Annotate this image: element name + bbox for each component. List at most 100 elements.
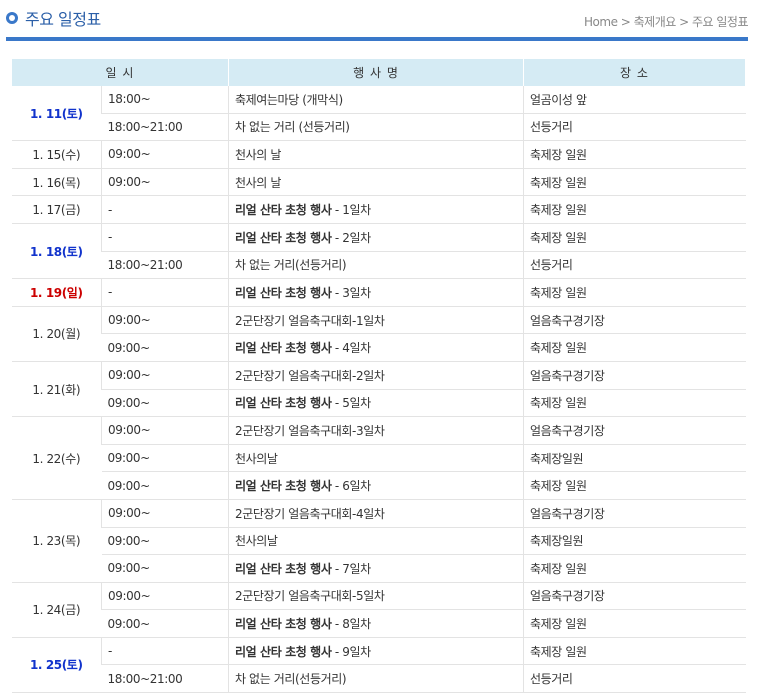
table-row: 1. 22(수) 09:00~ 2군단장기 얼음축구대회-3일차 얼음축구경기장 [11,416,746,500]
time-cell: - [101,637,229,666]
table-row: 09:00~ 리얼 산타 초청 행사 - 8일차 축제장 일원 [12,609,746,638]
table-row: 09:00~ 리얼 산타 초청 행사 - 5일차 축제장 일원 [12,389,746,418]
place-cell: 선등거리 [523,664,746,693]
place-cell: 축제장 일원 [523,195,746,224]
place-cell: 축제장 일원 [523,140,746,169]
table-row: 1. 23(목) 09:00~ 2군단장기 얼음축구대회-4일차 얼음축구경기장 [11,499,746,583]
date-cell: 1. 11(토) [11,86,102,142]
place-cell: 축제장 일원 [523,168,746,197]
event-cell: 리얼 산타 초청 행사 - 8일차 [228,609,524,638]
table-row: 1. 25(토) - 리얼 산타 초청 행사 - 9일차 축제장 일원 [11,637,746,693]
breadcrumb: Home > 축제개요 > 주요 일정표 [584,15,748,29]
event-cell: 리얼 산타 초청 행사 - 7일차 [228,554,524,583]
time-cell: - [101,195,229,224]
time-cell: 18:00~21:00 [101,113,229,142]
event-name: 차 없는 거리(선등거리) [235,258,347,273]
time-cell: 18:00~21:00 [101,664,229,693]
event-cell: 리얼 산타 초청 행사 - 9일차 [228,637,524,666]
place-cell: 축제장 일원 [523,637,746,666]
table-row: 09:00~ 천사의날 축제장일원 [12,444,746,473]
title-group: 주요 일정표 [6,6,101,30]
time-cell: 18:00~21:00 [101,251,229,280]
event-name: 천사의 날 [235,175,281,190]
place-cell: 축제장 일원 [523,554,746,583]
event-name: 리얼 산타 초청 행사 [235,203,332,218]
table-row: 1. 15(수) 09:00~ 천사의 날 축제장 일원 [11,140,746,169]
table-row: 09:00~ 리얼 산타 초청 행사 - 7일차 축제장 일원 [12,554,746,583]
event-cell: 2군단장기 얼음축구대회-5일차 [228,582,524,611]
event-cell: 리얼 산타 초청 행사 - 2일차 [228,223,524,252]
event-name: 축제여는마당 (개막식) [235,92,343,107]
event-name: 리얼 산타 초청 행사 [235,479,332,494]
table-header: 일 시 행 사 명 장 소 [11,59,746,86]
date-cell: 1. 24(금) [11,582,102,638]
place-cell: 얼음축구경기장 [523,416,746,445]
event-cell: 천사의 날 [228,168,524,197]
date-cell: 1. 16(목) [11,168,102,197]
event-cell: 차 없는 거리(선등거리) [228,251,524,280]
event-name: 차 없는 거리 (선등거리) [235,120,350,135]
time-cell: 09:00~ [101,582,229,611]
time-cell: 09:00~ [101,168,229,197]
table-row: 1. 18(토) - 리얼 산타 초청 행사 - 2일차 축제장 일원 [11,223,746,280]
time-cell: 09:00~ [101,306,229,335]
time-cell: 09:00~ [101,361,229,390]
place-cell: 축제장일원 [523,444,746,473]
event-cell: 리얼 산타 초청 행사 - 4일차 [228,333,524,362]
circle-bullet-icon [6,12,18,24]
date-cell: 1. 22(수) [11,416,102,500]
event-name: 천사의 날 [235,147,281,162]
table-row: 1. 24(금) 09:00~ 2군단장기 얼음축구대회-5일차 얼음축구경기장 [11,582,746,638]
event-cell: 차 없는 거리(선등거리) [228,664,524,693]
event-name: 2군단장기 얼음축구대회-1일차 [235,313,385,328]
time-cell: 09:00~ [101,554,229,583]
header-row: 일 시 행 사 명 장 소 [11,59,746,86]
event-cell: 리얼 산타 초청 행사 - 3일차 [228,278,524,307]
event-name: 리얼 산타 초청 행사 [235,644,332,659]
table-row: 18:00~21:00 차 없는 거리(선등거리) 선등거리 [12,664,746,693]
place-cell: 축제장 일원 [523,333,746,362]
time-cell: 09:00~ [101,499,229,528]
event-cell: 2군단장기 얼음축구대회-2일차 [228,361,524,390]
page-title: 주요 일정표 [25,10,101,29]
date-cell: 1. 25(토) [11,637,102,693]
event-day-suffix: - 7일차 [331,561,371,576]
event-cell: 축제여는마당 (개막식) [228,86,524,114]
table-row: 1. 17(금) - 리얼 산타 초청 행사 - 1일차 축제장 일원 [11,195,746,224]
table-row: 1. 11(토) 18:00~ 축제여는마당 (개막식) 얼곰이성 앞 [11,86,746,142]
place-cell: 얼음축구경기장 [523,499,746,528]
table-row: 09:00~ 리얼 산타 초청 행사 - 6일차 축제장 일원 [12,471,746,500]
event-name: 리얼 산타 초청 행사 [235,341,332,356]
event-name: 리얼 산타 초청 행사 [235,285,332,300]
event-cell: 2군단장기 얼음축구대회-4일차 [228,499,524,528]
event-name: 리얼 산타 초청 행사 [235,617,332,632]
place-cell: 얼음축구경기장 [523,361,746,390]
event-cell: 차 없는 거리 (선등거리) [228,113,524,142]
table-row: 09:00~ 천사의날 축제장일원 [12,527,746,556]
event-cell: 천사의날 [228,527,524,556]
date-cell: 1. 19(일) [11,278,102,307]
place-cell: 축제장 일원 [523,389,746,418]
date-cell: 1. 15(수) [11,140,102,169]
event-day-suffix: - 5일차 [331,396,371,411]
event-day-suffix: - 8일차 [331,617,371,632]
event-name: 천사의날 [235,534,278,549]
place-cell: 축제장 일원 [523,278,746,307]
date-cell: 1. 21(화) [11,361,102,418]
table-row: 1. 21(화) 09:00~ 2군단장기 얼음축구대회-2일차 얼음축구경기장 [11,361,746,418]
event-name: 2군단장기 얼음축구대회-2일차 [235,368,385,383]
date-cell: 1. 18(토) [11,223,102,280]
place-cell: 얼음축구경기장 [523,582,746,611]
event-day-suffix: - 9일차 [331,644,371,659]
page-header: 주요 일정표 Home > 축제개요 > 주요 일정표 [0,0,760,42]
date-cell: 1. 20(월) [11,306,102,362]
event-cell: 2군단장기 얼음축구대회-1일차 [228,306,524,335]
event-cell: 리얼 산타 초청 행사 - 6일차 [228,471,524,500]
table-row: 09:00~ 리얼 산타 초청 행사 - 4일차 축제장 일원 [12,333,746,362]
place-cell: 축제장 일원 [523,609,746,638]
event-name: 리얼 산타 초청 행사 [235,396,332,411]
place-cell: 축제장 일원 [523,223,746,252]
event-name: 2군단장기 얼음축구대회-3일차 [235,423,385,438]
table-row: 1. 16(목) 09:00~ 천사의 날 축제장 일원 [11,168,746,197]
event-cell: 천사의 날 [228,140,524,169]
